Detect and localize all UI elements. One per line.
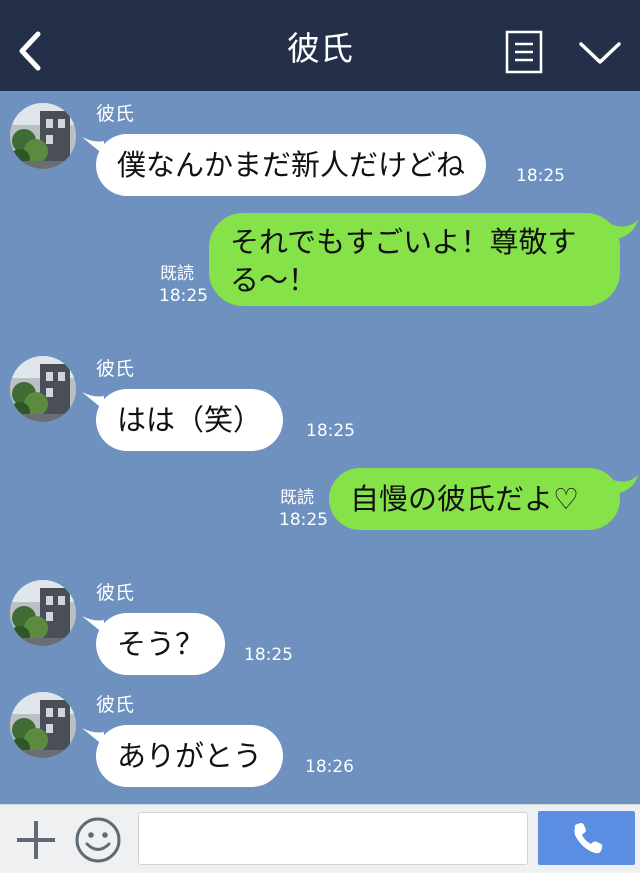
- message-time: 18:25: [516, 166, 565, 186]
- message-text: はは（笑）: [117, 403, 263, 437]
- message-input[interactable]: [138, 812, 528, 865]
- message-time: 18:25: [279, 510, 328, 530]
- read-receipt: 既読: [160, 264, 194, 284]
- plus-icon[interactable]: [14, 818, 58, 862]
- message-text: ありがとう: [117, 739, 263, 773]
- message-text: 僕なんかまだ新人だけどね: [117, 148, 466, 182]
- message-time: 18:25: [244, 645, 293, 665]
- message-text: そう？: [117, 627, 205, 661]
- message-bubble[interactable]: それでもすごいよ！尊敬す る〜！: [209, 213, 620, 306]
- avatar[interactable]: [10, 692, 76, 758]
- sender-name: 彼氏: [96, 358, 135, 380]
- message-text-line: る〜！: [230, 263, 318, 297]
- avatar[interactable]: [10, 356, 76, 422]
- chat-header: 彼氏: [0, 0, 640, 91]
- chevron-down-icon[interactable]: [578, 38, 622, 68]
- bubble-tail: [606, 220, 638, 240]
- message-time: 18:26: [305, 757, 354, 777]
- bubble-tail: [606, 475, 638, 495]
- message-bubble[interactable]: はは（笑）: [96, 389, 284, 451]
- message-text-line: それでもすごいよ！尊敬す: [230, 225, 577, 259]
- message-bubble[interactable]: 自慢の彼氏だよ♡: [329, 468, 620, 530]
- menu-list-icon[interactable]: [505, 30, 543, 74]
- chat-area[interactable]: 彼氏 僕なんかまだ新人だけどね 18:25 既読 18:25 それでもすごいよ！…: [0, 91, 640, 804]
- message-time: 18:25: [159, 286, 208, 306]
- message-bubble[interactable]: そう？: [96, 613, 226, 675]
- call-button[interactable]: [538, 811, 635, 865]
- input-bar: [0, 804, 640, 873]
- sender-name: 彼氏: [96, 694, 135, 716]
- message-bubble[interactable]: 僕なんかまだ新人だけどね: [96, 134, 487, 196]
- message-text: 自慢の彼氏だよ♡: [350, 482, 579, 516]
- phone-icon: [574, 823, 603, 854]
- avatar[interactable]: [10, 580, 76, 646]
- smiley-icon[interactable]: [74, 816, 122, 864]
- read-receipt: 既読: [280, 488, 314, 508]
- avatar[interactable]: [10, 103, 76, 169]
- chat-title: 彼氏: [287, 29, 353, 68]
- message-bubble[interactable]: ありがとう: [96, 725, 284, 787]
- sender-name: 彼氏: [96, 582, 135, 604]
- sender-name: 彼氏: [96, 103, 135, 125]
- message-time: 18:25: [306, 421, 355, 441]
